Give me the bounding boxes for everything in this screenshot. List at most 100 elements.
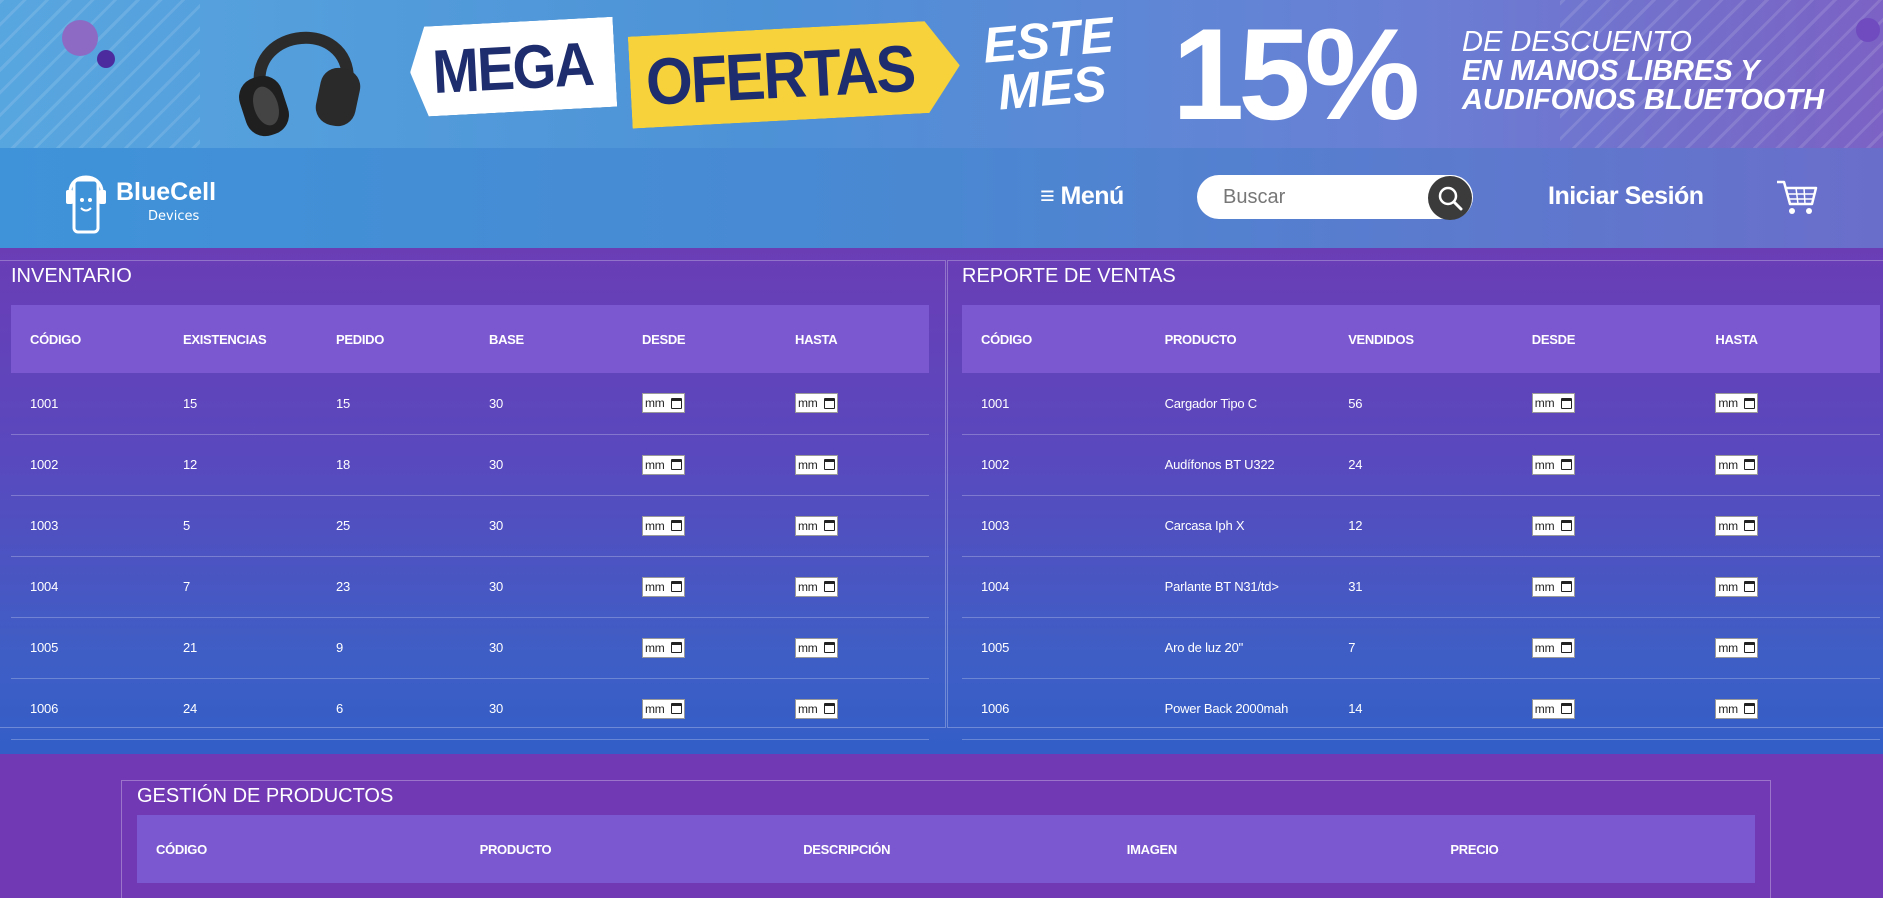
table-row: 1006 24 6 30 mm mm [11, 678, 929, 740]
mes-text: MES [995, 55, 1109, 121]
desde-date-input[interactable]: mm [1531, 393, 1575, 414]
cell-codigo: 1005 [962, 617, 1146, 679]
cell-codigo: 1001 [11, 373, 164, 435]
hasta-date-input[interactable]: mm [795, 637, 838, 658]
sales-report-panel: REPORTE DE VENTAS CÓDIGO PRODUCTO VENDID… [947, 260, 1883, 740]
hasta-date-input[interactable]: mm [1715, 576, 1759, 597]
hasta-date-input[interactable]: mm [1715, 515, 1759, 536]
calendar-icon [824, 703, 835, 714]
cell-base: 30 [470, 556, 623, 618]
desde-date-input[interactable]: mm [642, 576, 685, 597]
inventory-table: CÓDIGO EXISTENCIAS PEDIDO BASE DESDE HAS… [11, 305, 929, 740]
hasta-date-input[interactable]: mm [795, 576, 838, 597]
promo-banner[interactable]: MEGA OFERTAS ESTE MES 15% DE DESCUENTO E… [0, 0, 1883, 148]
column-header: HASTA [1715, 331, 1758, 347]
hasta-date-input[interactable]: mm [795, 454, 838, 475]
column-header: PEDIDO [336, 331, 385, 347]
cell-codigo: 1004 [11, 556, 164, 618]
column-header: PRECIO [1450, 841, 1499, 857]
hasta-date-input[interactable]: mm [795, 515, 838, 536]
desde-date-input[interactable]: mm [642, 637, 685, 658]
ofertas-text: OFERTAS [644, 30, 916, 119]
cell-existencias: 21 [164, 617, 317, 679]
calendar-icon [1744, 703, 1756, 714]
cell-codigo: 1005 [11, 617, 164, 679]
table-row: 1001 Cargador Tipo C 56 mm mm [962, 373, 1880, 435]
desde-date-input[interactable]: mm [642, 454, 685, 475]
cell-producto: Cargador Tipo C [1145, 373, 1330, 435]
search-button[interactable] [1428, 176, 1472, 220]
logo-subtitle: Devices [148, 209, 200, 224]
desde-date-input[interactable]: mm [1531, 515, 1575, 536]
cell-producto: Audífonos BT U322 [1145, 434, 1330, 496]
table-row: 1005 Aro de luz 20" 7 mm mm [962, 617, 1880, 679]
cell-codigo: 1001 [962, 373, 1146, 435]
table-row: 1006 Power Back 2000mah 14 mm mm [962, 678, 1880, 740]
sales-header-row: CÓDIGO PRODUCTO VENDIDOS DESDE HASTA [962, 305, 1880, 373]
este-mes-text: ESTE MES [981, 6, 1119, 121]
table-row: 1003 5 25 30 mm mm [11, 495, 929, 557]
login-link[interactable]: Iniciar Sesión [1548, 182, 1704, 211]
calendar-icon [824, 520, 835, 531]
hasta-date-input[interactable]: mm [1715, 393, 1759, 414]
cell-codigo: 1004 [962, 556, 1146, 618]
desde-date-input[interactable]: mm [1531, 698, 1575, 719]
cell-vendidos: 14 [1329, 678, 1513, 740]
cell-codigo: 1003 [962, 495, 1146, 557]
cell-pedido: 9 [317, 617, 470, 679]
cell-pedido: 23 [317, 556, 470, 618]
column-header: BASE [489, 331, 524, 347]
logo[interactable]: BlueCell Devices [58, 164, 238, 234]
inventory-header-row: CÓDIGO EXISTENCIAS PEDIDO BASE DESDE HAS… [11, 305, 929, 373]
hasta-date-input[interactable]: mm [1715, 698, 1759, 719]
cell-pedido: 6 [317, 678, 470, 740]
desde-date-input[interactable]: mm [1531, 637, 1575, 658]
sales-report-title: REPORTE DE VENTAS [962, 265, 1176, 287]
calendar-icon [824, 459, 835, 470]
column-header: DESDE [642, 331, 686, 347]
table-row: 1005 21 9 30 mm mm [11, 617, 929, 679]
search-input[interactable] [1223, 175, 1423, 219]
cell-pedido: 18 [317, 434, 470, 496]
cell-pedido: 15 [317, 373, 470, 435]
cell-base: 30 [470, 434, 623, 496]
hasta-date-input[interactable]: mm [1715, 637, 1759, 658]
sales-table: CÓDIGO PRODUCTO VENDIDOS DESDE HASTA 100… [962, 305, 1880, 740]
desde-date-input[interactable]: mm [1531, 576, 1575, 597]
calendar-icon [824, 642, 835, 653]
cell-vendidos: 7 [1329, 617, 1513, 679]
decorative-dot-small [97, 50, 115, 68]
table-row: 1002 Audífonos BT U322 24 mm mm [962, 434, 1880, 496]
table-row: 1004 Parlante BT N31/td> 31 mm mm [962, 556, 1880, 618]
cart-icon[interactable] [1776, 178, 1818, 216]
cell-pedido: 25 [317, 495, 470, 557]
cell-existencias: 7 [164, 556, 317, 618]
cell-base: 30 [470, 617, 623, 679]
calendar-icon [1744, 459, 1756, 470]
calendar-icon [671, 459, 682, 470]
cell-vendidos: 12 [1329, 495, 1513, 557]
column-header: PRODUCTO [1164, 331, 1237, 347]
hasta-date-input[interactable]: mm [795, 393, 838, 414]
column-header: PRODUCTO [479, 841, 552, 857]
discount-description: DE DESCUENTO EN MANOS LIBRES Y AUDIFONOS… [1462, 28, 1862, 115]
inventory-panel: INVENTARIO CÓDIGO EXISTENCIAS PEDIDO BAS… [0, 260, 946, 740]
table-row: 1004 7 23 30 mm mm [11, 556, 929, 618]
calendar-icon [1560, 520, 1572, 531]
desde-date-input[interactable]: mm [642, 393, 685, 414]
column-header: EXISTENCIAS [183, 331, 267, 347]
desde-date-input[interactable]: mm [1531, 454, 1575, 475]
column-header: CÓDIGO [981, 331, 1032, 347]
calendar-icon [1744, 581, 1756, 592]
hasta-date-input[interactable]: mm [1715, 454, 1759, 475]
column-header: DESCRIPCIÓN [803, 841, 891, 857]
calendar-icon [1744, 397, 1756, 409]
menu-button[interactable]: ≡ Menú [1040, 182, 1124, 211]
hasta-date-input[interactable]: mm [795, 698, 838, 719]
headphones-icon [239, 31, 361, 137]
desc-line-3: AUDIFONOS BLUETOOTH [1462, 84, 1824, 116]
calendar-icon [1560, 581, 1572, 592]
column-header: CÓDIGO [156, 841, 207, 857]
desde-date-input[interactable]: mm [642, 515, 685, 536]
desde-date-input[interactable]: mm [642, 698, 685, 719]
